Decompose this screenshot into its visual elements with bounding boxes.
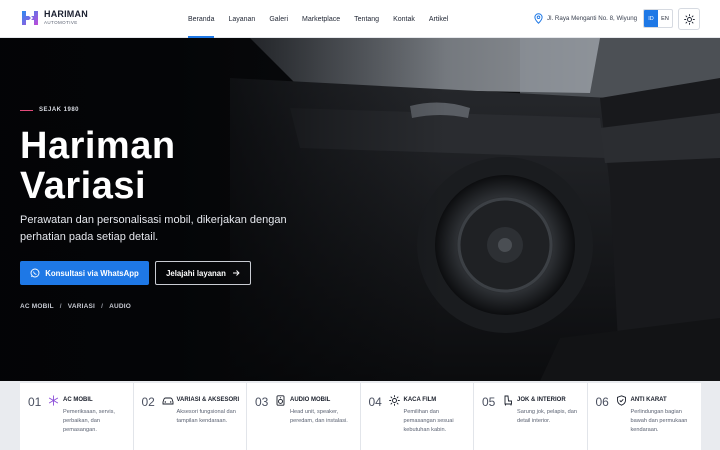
whatsapp-consult-button[interactable]: Konsultasi via WhatsApp	[20, 261, 149, 285]
service-description: Aksesori fungsional dan tampilan kendara…	[176, 409, 236, 424]
since-label: SEJAK 1980	[20, 107, 79, 113]
car-icon	[162, 397, 173, 405]
hero-title: Hariman Variasi	[20, 126, 320, 206]
nav-item-layanan[interactable]: Layanan	[228, 0, 255, 38]
service-number: 04	[368, 395, 382, 409]
tag-audio: AUDIO	[109, 303, 132, 310]
brand-name: HARIMAN	[44, 9, 88, 20]
tag-separator: /	[59, 303, 62, 310]
nav-item-marketplace[interactable]: Marketplace	[302, 0, 340, 38]
tag-separator: /	[101, 303, 104, 310]
sun-icon	[683, 13, 695, 25]
service-description: Perlindungan bagian bawah dan permukaan …	[630, 409, 688, 433]
arrow-right-icon	[232, 270, 240, 276]
service-title: AC MOBIL	[63, 397, 93, 403]
tag-variasi: VARIASI	[67, 303, 96, 310]
service-number: 02	[141, 395, 155, 409]
nav-item-tentang[interactable]: Tentang	[354, 0, 379, 38]
language-switcher: ID EN	[643, 9, 673, 28]
service-description: Sarung jok, pelapis, dan detail interior…	[517, 409, 578, 424]
whatsapp-button-label: Konsultasi via WhatsApp	[45, 268, 139, 278]
service-number: 03	[255, 395, 269, 409]
hero-title-line2: Variasi	[20, 165, 147, 207]
service-title: AUDIO MOBIL	[290, 397, 331, 403]
service-title: ANTI KARAT	[630, 397, 667, 403]
speaker-icon	[276, 395, 285, 406]
snowflake-icon	[48, 395, 59, 406]
shield-icon	[616, 395, 626, 406]
service-card-audio[interactable]: 03 AUDIO MOBIL Head unit, speaker, pered…	[247, 383, 361, 450]
lang-en-button[interactable]: EN	[658, 10, 672, 27]
service-number: 06	[595, 395, 609, 409]
explore-button-label: Jelajahi layanan	[166, 268, 226, 278]
nav-item-beranda[interactable]: Beranda	[188, 0, 215, 38]
tag-ac-mobil: AC MOBIL	[20, 303, 54, 310]
hero-section: SEJAK 1980 Hariman Variasi Perawatan dan…	[0, 38, 720, 381]
brand-logo[interactable]: HARIMAN AUTOMOTIVE	[20, 8, 88, 28]
service-card-variasi[interactable]: 02 VARIASI & AKSESORI Aksesori fungsiona…	[133, 383, 247, 450]
service-number: 05	[482, 395, 496, 409]
service-description: Head unit, speaker, peredam, dan instala…	[290, 409, 348, 424]
service-card-ac[interactable]: 01 AC MOBIL Pemeriksaan, servis, perbaik…	[20, 383, 134, 450]
site-header: HARIMAN AUTOMOTIVE Beranda Layanan Galer…	[0, 0, 720, 38]
nav-item-galeri[interactable]: Galeri	[269, 0, 288, 38]
service-title: KACA FILM	[403, 397, 437, 403]
hero-description: Perawatan dan personalisasi mobil, diker…	[20, 214, 287, 243]
since-text: SEJAK 1980	[39, 107, 80, 113]
main-nav: Beranda Layanan Galeri Marketplace Tenta…	[188, 0, 462, 38]
service-description: Pemilihan dan pemasangan sesuai kebutuha…	[403, 409, 454, 433]
service-tags: AC MOBIL / VARIASI / AUDIO	[20, 303, 131, 310]
seat-icon	[504, 395, 512, 406]
brand-mark-icon	[22, 11, 38, 25]
since-divider	[20, 109, 33, 111]
address-text: Jl. Raya Menganti No. 8, Wiyung	[547, 15, 638, 22]
whatsapp-icon	[30, 268, 40, 278]
services-strip: 01 AC MOBIL Pemeriksaan, servis, perbaik…	[0, 381, 720, 450]
hero-title-line1: Hariman	[20, 125, 176, 167]
nav-item-artikel[interactable]: Artikel	[429, 0, 448, 38]
location-pin-icon	[534, 13, 543, 24]
service-title: VARIASI & AKSESORI	[176, 397, 240, 403]
service-description: Pemeriksaan, servis, perbaikan, dan pema…	[63, 409, 115, 433]
explore-services-button[interactable]: Jelajahi layanan	[155, 261, 251, 285]
service-card-anti-karat[interactable]: 06 ANTI KARAT Perlindungan bagian bawah …	[587, 383, 701, 450]
lang-id-button[interactable]: ID	[644, 10, 658, 27]
service-card-jok-interior[interactable]: 05 JOK & INTERIOR Sarung jok, pelapis, d…	[474, 383, 588, 450]
theme-toggle-button[interactable]	[678, 8, 700, 30]
nav-item-kontak[interactable]: Kontak	[393, 0, 415, 38]
address-link[interactable]: Jl. Raya Menganti No. 8, Wiyung	[534, 13, 637, 24]
service-title: JOK & INTERIOR	[517, 397, 566, 403]
hero-overlay	[0, 38, 720, 381]
sun-icon	[388, 395, 400, 406]
service-card-kaca-film[interactable]: 04 KACA FILM Pemilihan dan pemasangan se…	[360, 383, 474, 450]
service-number: 01	[28, 395, 42, 409]
brand-subtitle: AUTOMOTIVE	[44, 20, 78, 26]
